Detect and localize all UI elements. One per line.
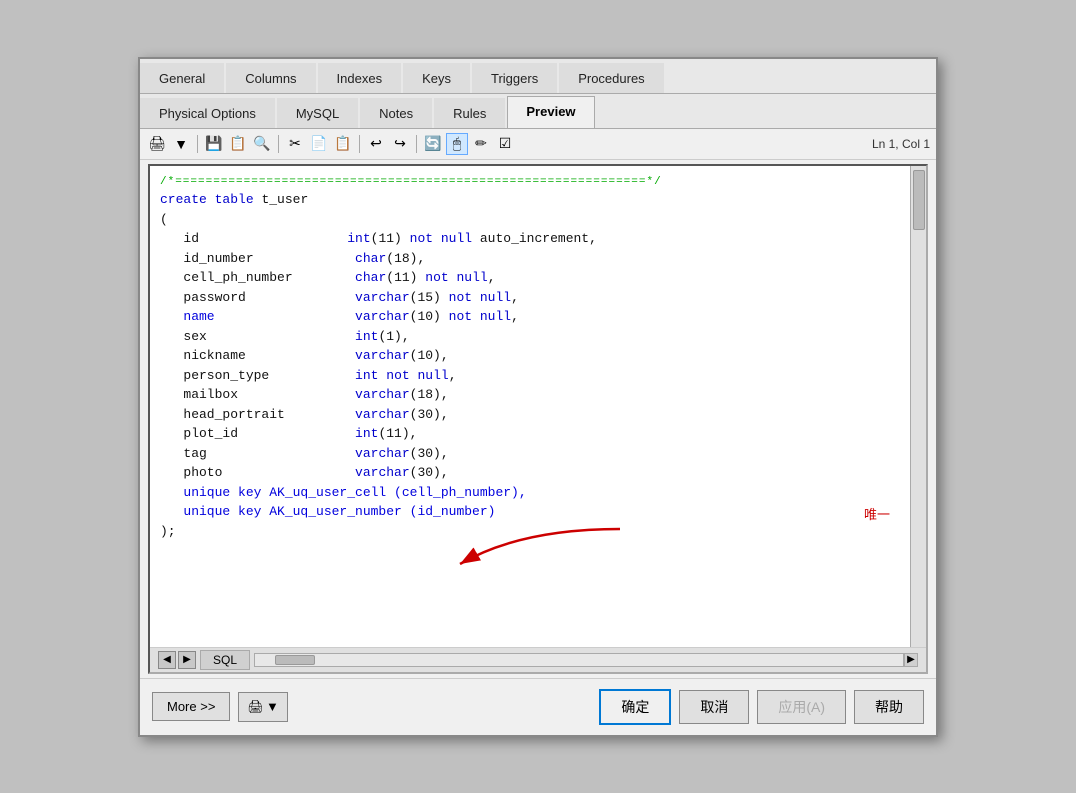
cut-button[interactable]: ✂	[284, 133, 306, 155]
find-button[interactable]: 🔍	[251, 133, 273, 155]
nav-right-button[interactable]: ▶	[178, 651, 196, 669]
code-content[interactable]: /*======================================…	[150, 166, 910, 647]
scrollbar-thumb[interactable]	[913, 170, 925, 230]
code-open: (	[160, 210, 900, 230]
tab-indexes[interactable]: Indexes	[318, 63, 402, 93]
code-unique-number: unique key AK_uq_user_number (id_number)	[160, 502, 900, 522]
save-button[interactable]: 💾	[203, 133, 225, 155]
confirm-button[interactable]: 确定	[599, 689, 671, 725]
tab-procedures[interactable]: Procedures	[559, 63, 663, 93]
undo-button[interactable]: ↩	[365, 133, 387, 155]
tab-general[interactable]: General	[140, 63, 224, 93]
tab-preview[interactable]: Preview	[507, 96, 594, 128]
code-id-number: id_number char(18),	[160, 249, 900, 269]
tab-row-1: General Columns Indexes Keys Triggers Pr…	[140, 59, 936, 94]
tab-physical-options[interactable]: Physical Options	[140, 98, 275, 128]
code-create: create table t_user	[160, 190, 900, 210]
print-dropdown-arrow: ▼	[266, 699, 279, 714]
tab-row-2: Physical Options MySQL Notes Rules Previ…	[140, 94, 936, 129]
apply-button[interactable]: 应用(A)	[757, 690, 846, 724]
sql-tab[interactable]: SQL	[200, 650, 250, 670]
button-bar: More >> 🖨 ▼ 确定 取消 应用(A) 帮助	[140, 678, 936, 735]
tab-keys[interactable]: Keys	[403, 63, 470, 93]
redo-button[interactable]: ↪	[389, 133, 411, 155]
code-unique-cell: unique key AK_uq_user_cell (cell_ph_numb…	[160, 483, 900, 503]
sep1	[197, 135, 198, 153]
nav-left-button[interactable]: ◀	[158, 651, 176, 669]
code-photo: photo varchar(30),	[160, 463, 900, 483]
dialog: General Columns Indexes Keys Triggers Pr…	[138, 57, 938, 737]
tab-rules[interactable]: Rules	[434, 98, 505, 128]
tab-notes[interactable]: Notes	[360, 98, 432, 128]
code-name: name varchar(10) not null,	[160, 307, 900, 327]
code-tag: tag varchar(30),	[160, 444, 900, 464]
cursor-button[interactable]: 🖱	[446, 133, 468, 155]
print-dropdown-button[interactable]: 🖨 ▼	[238, 692, 287, 722]
code-comment: /*======================================…	[160, 174, 900, 191]
paste-button[interactable]: 📄	[308, 133, 330, 155]
nav-arrows: ◀ ▶	[158, 651, 196, 669]
sep4	[416, 135, 417, 153]
print-button[interactable]: 🖨	[146, 133, 168, 155]
more-button[interactable]: More >>	[152, 692, 230, 721]
code-head-portrait: head_portrait varchar(30),	[160, 405, 900, 425]
sep3	[359, 135, 360, 153]
tab-mysql[interactable]: MySQL	[277, 98, 358, 128]
code-password: password varchar(15) not null,	[160, 288, 900, 308]
code-nickname: nickname varchar(10),	[160, 346, 900, 366]
cursor-position: Ln 1, Col 1	[872, 137, 930, 151]
check-button[interactable]: ☑	[494, 133, 516, 155]
code-mailbox: mailbox varchar(18),	[160, 385, 900, 405]
horizontal-scrollbar[interactable]	[254, 653, 904, 667]
code-plot-id: plot_id int(11),	[160, 424, 900, 444]
sep2	[278, 135, 279, 153]
dropdown-arrow[interactable]: ▼	[170, 133, 192, 155]
cancel-button[interactable]: 取消	[679, 690, 749, 724]
print-icon: 🖨	[247, 699, 264, 715]
copy-button[interactable]: 📋	[227, 133, 249, 155]
hscroll-right-button[interactable]: ▶	[904, 653, 918, 667]
help-button[interactable]: 帮助	[854, 690, 924, 724]
code-person-type: person_type int not null,	[160, 366, 900, 386]
code-cell: cell_ph_number char(11) not null,	[160, 268, 900, 288]
code-close: );	[160, 522, 900, 542]
code-editor[interactable]: /*======================================…	[148, 164, 928, 674]
code-sex: sex int(1),	[160, 327, 900, 347]
tab-columns[interactable]: Columns	[226, 63, 315, 93]
code-id: id int(11) not null auto_increment,	[160, 229, 900, 249]
toolbar: 🖨 ▼ 💾 📋 🔍 ✂ 📄 📋 ↩ ↪ 🔄 🖱 ✏ ☑ Ln 1, Col 1	[140, 129, 936, 160]
clipboard-button[interactable]: 📋	[332, 133, 354, 155]
refresh-button[interactable]: 🔄	[422, 133, 444, 155]
hscroll-thumb[interactable]	[275, 655, 315, 665]
vertical-scrollbar[interactable]	[910, 166, 926, 647]
tab-triggers[interactable]: Triggers	[472, 63, 557, 93]
edit-button[interactable]: ✏	[470, 133, 492, 155]
bottom-nav-bar: ◀ ▶ SQL ▶	[150, 647, 926, 672]
